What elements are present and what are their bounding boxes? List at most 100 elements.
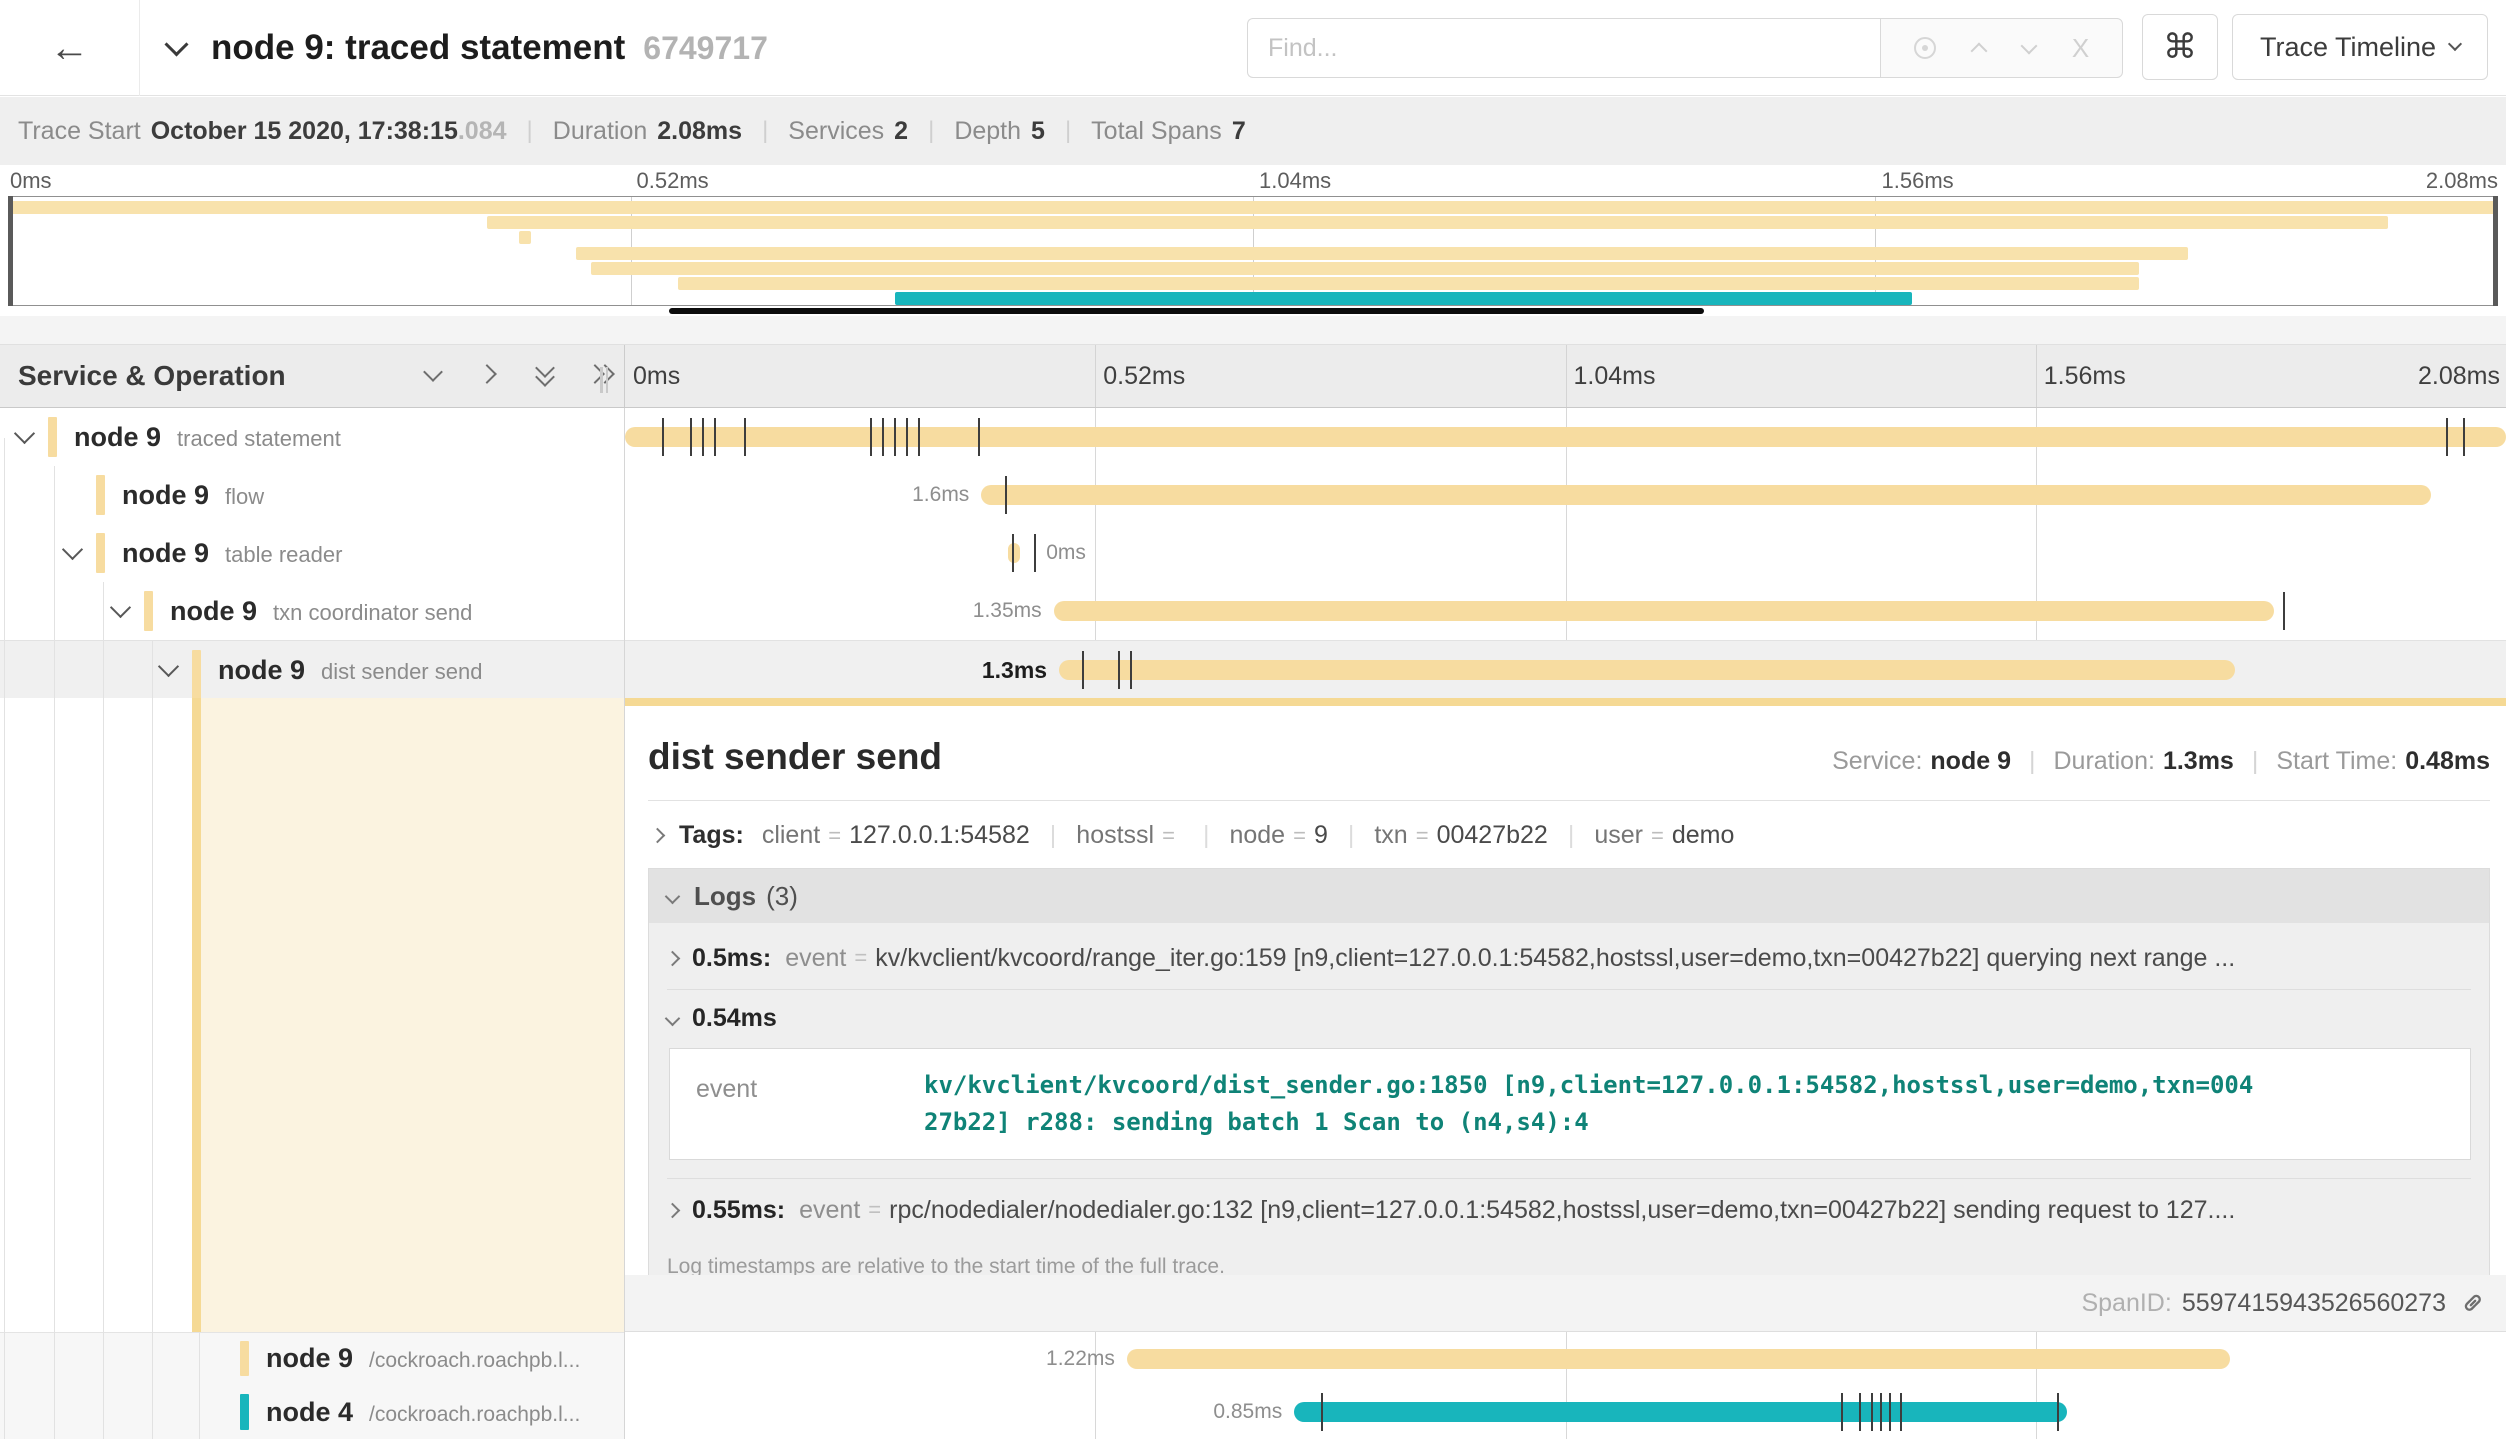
span-log-marker[interactable] <box>894 418 896 456</box>
span-row-bar-cell[interactable]: 0ms <box>625 524 2506 582</box>
span-color-chip[interactable] <box>96 533 105 573</box>
span-row-bar-cell[interactable]: 1.35ms <box>625 582 2506 640</box>
chevron-right-icon <box>667 1203 680 1219</box>
span-log-marker[interactable] <box>1900 1393 1902 1431</box>
span-row-name-cell[interactable]: node 4/cockroach.roachpb.l... <box>0 1385 625 1439</box>
span-color-chip[interactable] <box>240 1394 249 1430</box>
span-row-bar-cell[interactable]: 0.85ms <box>625 1385 2506 1439</box>
span-color-chip[interactable] <box>48 417 57 457</box>
span-log-marker[interactable] <box>978 418 980 456</box>
minimap-handle-right[interactable] <box>2493 196 2498 306</box>
span-log-marker[interactable] <box>2057 1393 2059 1431</box>
span-tree-toggle-icon[interactable] <box>14 423 35 444</box>
span-operation-name: txn coordinator send <box>273 600 472 625</box>
span-log-marker[interactable] <box>1880 1393 1882 1431</box>
span-row-name-cell[interactable]: node 9flow <box>0 466 625 524</box>
span-log-marker[interactable] <box>1012 534 1014 572</box>
span-log-marker[interactable] <box>714 418 716 456</box>
span-log-marker[interactable] <box>1118 651 1120 689</box>
span-log-marker[interactable] <box>662 418 664 456</box>
tags-row[interactable]: Tags:client=127.0.0.1:54582|hostssl=|nod… <box>648 821 2490 850</box>
span-log-marker[interactable] <box>906 418 908 456</box>
column-divider[interactable] <box>624 408 625 1439</box>
minimap-span-bar <box>591 262 2139 275</box>
span-log-marker[interactable] <box>2463 418 2465 456</box>
span-log-marker[interactable] <box>1859 1393 1861 1431</box>
collapse-all-icon[interactable] <box>532 361 562 391</box>
span-log-marker[interactable] <box>1889 1393 1891 1431</box>
locate-match-icon[interactable] <box>1914 37 1936 59</box>
span-row-name-cell[interactable]: node 9txn coordinator send <box>0 582 625 640</box>
span-log-marker[interactable] <box>1130 651 1132 689</box>
span-log-marker[interactable] <box>2283 592 2285 630</box>
span-row-name-cell[interactable]: node 9dist sender send <box>0 640 625 698</box>
span-color-chip[interactable] <box>240 1341 249 1376</box>
span-log-marker[interactable] <box>744 418 746 456</box>
span-service-name[interactable]: node 9traced statement <box>74 408 341 468</box>
next-match-icon[interactable] <box>2023 44 2035 52</box>
span-service-name[interactable]: node 9txn coordinator send <box>170 582 472 642</box>
span-row-bar-cell[interactable] <box>625 408 2506 466</box>
span-duration-bar[interactable] <box>981 485 2431 505</box>
expand-one-icon[interactable] <box>476 361 506 391</box>
back-button[interactable]: ← <box>0 0 140 96</box>
log-entry[interactable]: 0.55ms:event=rpc/nodedialer/nodedialer.g… <box>667 1179 2471 1241</box>
tag-value: 127.0.0.1:54582 <box>849 821 1030 850</box>
span-duration-bar[interactable] <box>1294 1402 2067 1422</box>
span-duration-bar[interactable] <box>1059 660 2235 680</box>
span-duration-label: 1.35ms <box>973 598 1042 624</box>
span-tree-toggle-icon[interactable] <box>62 539 83 560</box>
find-box[interactable] <box>1247 18 1880 78</box>
span-log-marker[interactable] <box>702 418 704 456</box>
minimap-scrollbar[interactable] <box>669 308 1704 314</box>
span-color-chip[interactable] <box>96 475 105 515</box>
span-service-name[interactable]: node 4/cockroach.roachpb.l... <box>266 1385 580 1439</box>
span-color-chip[interactable] <box>144 591 153 631</box>
title-chevron-down-icon[interactable] <box>164 32 188 56</box>
deep-link-icon[interactable] <box>2460 1290 2486 1316</box>
clear-search-icon[interactable]: X <box>2072 33 2089 64</box>
ruler-grid-line <box>2036 345 2037 407</box>
span-row-bar-cell[interactable]: 1.6ms <box>625 466 2506 524</box>
span-service-name[interactable]: node 9dist sender send <box>218 641 482 701</box>
prev-match-icon[interactable] <box>1973 39 1985 57</box>
span-log-marker[interactable] <box>1321 1393 1323 1431</box>
span-log-marker[interactable] <box>2446 418 2448 456</box>
summary-item-value: 5 <box>1031 117 1045 146</box>
span-tree-toggle-icon[interactable] <box>110 597 131 618</box>
span-tree-toggle-icon[interactable] <box>158 656 179 677</box>
span-service-name[interactable]: node 9flow <box>122 466 264 526</box>
span-log-marker[interactable] <box>870 418 872 456</box>
span-log-marker[interactable] <box>882 418 884 456</box>
span-log-marker[interactable] <box>918 418 920 456</box>
span-id-label: SpanID: <box>2081 1289 2171 1318</box>
trace-minimap[interactable] <box>8 196 2498 306</box>
span-duration-bar[interactable] <box>1127 1349 2230 1369</box>
span-color-chip[interactable] <box>192 650 201 699</box>
log-entry[interactable]: 0.5ms:event=kv/kvclient/kvcoord/range_it… <box>667 927 2471 989</box>
span-log-marker[interactable] <box>690 418 692 456</box>
span-service-name[interactable]: node 9table reader <box>122 524 342 584</box>
span-row-name-cell[interactable]: node 9traced statement <box>0 408 625 466</box>
detail-content: dist sender sendService:node 9|Duration:… <box>648 706 2490 1294</box>
keyboard-shortcuts-button[interactable]: ⌘ <box>2142 14 2218 80</box>
span-row-bar-cell[interactable]: 1.22ms <box>625 1332 2506 1385</box>
span-row-bar-cell[interactable]: 1.3ms <box>625 640 2506 698</box>
collapse-one-icon[interactable] <box>420 361 450 391</box>
logs-header[interactable]: Logs(3) <box>649 869 2489 923</box>
span-row-name-cell[interactable]: node 9table reader <box>0 524 625 582</box>
find-input[interactable] <box>1268 34 1848 63</box>
span-duration-bar[interactable] <box>1054 601 2275 621</box>
span-row-name-cell[interactable]: node 9/cockroach.roachpb.l... <box>0 1332 625 1385</box>
minimap-span-bar <box>678 277 2138 290</box>
span-service-name[interactable]: node 9/cockroach.roachpb.l... <box>266 1332 580 1387</box>
span-log-marker[interactable] <box>1005 476 1007 514</box>
span-log-marker[interactable] <box>1871 1393 1873 1431</box>
span-log-marker[interactable] <box>1841 1393 1843 1431</box>
minimap-handle-left[interactable] <box>8 196 13 306</box>
column-resizer-grip[interactable] <box>600 367 612 393</box>
view-select-button[interactable]: Trace Timeline <box>2232 14 2488 80</box>
span-log-marker[interactable] <box>1082 651 1084 689</box>
log-entry-expanded-header[interactable]: 0.54ms <box>667 990 2471 1046</box>
span-log-marker[interactable] <box>1034 534 1036 572</box>
